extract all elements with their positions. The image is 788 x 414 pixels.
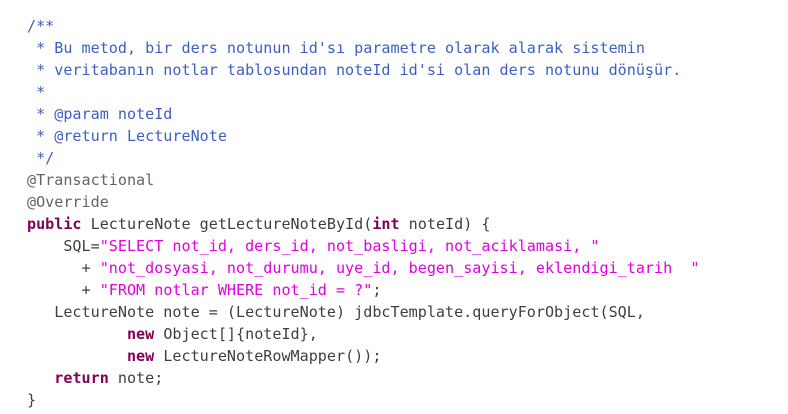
code-line: public LectureNote getLectureNoteById(in… [27,213,699,235]
code-line: SQL="SELECT not_id, ders_id, not_basligi… [27,235,699,257]
code-token: LectureNoteRowMapper()); [154,347,382,365]
keyword-token: public [27,215,82,233]
comment-token: /** [27,17,55,35]
code-token: SQL= [27,237,100,255]
annotation-token: @Transactional [27,171,155,189]
code-line: new LectureNoteRowMapper()); [27,345,699,367]
code-line: + "FROM notlar WHERE not_id = ?"; [27,279,699,301]
code-token: note; [108,369,164,387]
code-line: LectureNote note = (LectureNote) jdbcTem… [27,301,699,323]
keyword-token: return [54,369,109,387]
code-line: new Object[]{noteId}, [27,323,699,345]
code-line: * @return LectureNote [27,125,699,147]
code-block: /** * Bu metod, bir ders notunun id'sı p… [27,15,699,411]
comment-token: * Bu metod, bir ders notunun id'sı param… [27,39,645,57]
code-line: + "not_dosyasi, not_durumu, uye_id, bege… [27,257,700,279]
code-token: LectureNote getLectureNoteById( [81,215,373,233]
keyword-token: new [126,325,155,343]
code-line: return note; [27,367,699,389]
code-editor[interactable]: /** * Bu metod, bir ders notunun id'sı p… [0,0,788,414]
code-line: * veritabanın notlar tablosundan noteId … [27,59,699,81]
string-token: "FROM notlar WHERE not_id = ?" [99,281,373,299]
code-line: @Transactional [27,169,699,191]
code-token: + [27,281,100,299]
code-line: * [27,81,699,103]
string-token: "not_dosyasi, not_durumu, uye_id, begen_… [99,259,700,277]
comment-token: * @return LectureNote [27,127,227,145]
code-line: * Bu metod, bir ders notunun id'sı param… [27,37,699,59]
code-token: } [27,391,37,409]
code-token: ; [372,281,382,299]
annotation-token: @Override [27,193,109,211]
code-token: + [27,259,100,277]
comment-token: * [27,83,46,101]
comment-token: * veritabanın notlar tablosundan noteId … [27,61,682,79]
code-line: */ [27,147,699,169]
code-token: LectureNote note = (LectureNote) jdbcTem… [27,303,645,321]
code-line: /** [27,15,699,37]
code-line: @Override [27,191,699,213]
string-token: "SELECT not_id, ders_id, not_basligi, no… [99,237,600,255]
keyword-token: int [372,215,400,233]
comment-token: * @param noteId [27,105,173,123]
code-line: } [27,389,699,411]
code-token: noteId) { [399,215,491,233]
code-line: * @param noteId [27,103,699,125]
code-token: Object[]{noteId}, [154,325,318,343]
keyword-token: new [126,347,155,365]
comment-token: */ [27,149,55,167]
